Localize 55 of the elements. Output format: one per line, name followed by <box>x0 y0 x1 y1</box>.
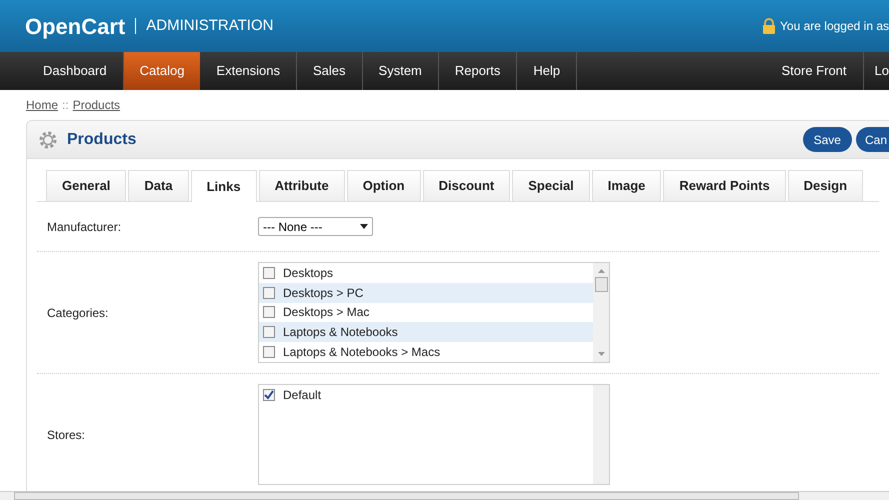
tab[interactable]: Design <box>788 170 864 201</box>
scrollbar[interactable] <box>593 263 609 362</box>
option-label: Desktops <box>283 264 334 282</box>
breadcrumb-link[interactable]: Products <box>72 96 120 114</box>
nav-item[interactable]: System <box>362 52 439 90</box>
tab[interactable]: Reward Points <box>663 170 786 201</box>
category-list[interactable]: Desktops Desktops > PC Desktops > Mac Laptops & Notebooks Laptops & Notebooks > Macs <box>258 262 610 363</box>
horizontal-scrollbar[interactable] <box>0 491 889 500</box>
tab[interactable]: Image <box>592 170 662 201</box>
checkbox[interactable] <box>263 306 275 318</box>
header-subtitle: ADMINISTRATION <box>146 16 274 36</box>
store-list[interactable]: Default <box>258 384 610 485</box>
scroll-down-arrow-icon[interactable] <box>598 352 604 356</box>
panel-button[interactable]: Can <box>856 127 889 152</box>
checkbox[interactable] <box>263 266 275 279</box>
panel-title: Products <box>67 130 136 150</box>
option-label: Laptops & Notebooks > Macs <box>283 344 440 362</box>
checkbox[interactable] <box>263 346 275 358</box>
nav-item[interactable]: Extensions <box>200 52 298 90</box>
option-label: Desktops > Mac <box>283 304 370 322</box>
padlock-icon <box>762 18 776 34</box>
nav-item[interactable]: Reports <box>438 52 518 90</box>
tab[interactable]: General <box>46 170 126 201</box>
tab[interactable]: Discount <box>422 170 510 201</box>
nav-item[interactable]: Lo <box>864 52 889 90</box>
scrollbar-thumb[interactable] <box>594 277 608 292</box>
field-label: Manufacturer: <box>46 218 122 236</box>
tab[interactable]: Links <box>190 170 257 202</box>
login-status: You are logged in as <box>780 18 889 35</box>
nav-item[interactable]: Sales <box>297 52 363 90</box>
scrollbar-thumb[interactable] <box>14 492 799 500</box>
field-label: Stores: <box>46 427 86 444</box>
caret-icon <box>360 224 368 229</box>
scrollbar[interactable] <box>593 385 609 484</box>
manufacturer-dropdown[interactable]: --- None --- <box>258 217 373 236</box>
tab[interactable]: Attribute <box>258 170 345 201</box>
panel-button[interactable]: Save <box>802 127 852 152</box>
checkbox[interactable] <box>263 286 275 299</box>
option-label: Desktops > PC <box>283 284 364 302</box>
breadcrumb-separator: :: <box>62 97 69 114</box>
checkbox[interactable] <box>263 388 275 401</box>
breadcrumb-link[interactable]: Home <box>26 96 58 114</box>
checkbox[interactable] <box>263 326 275 338</box>
scroll-up-arrow-icon[interactable] <box>598 269 604 273</box>
tab[interactable]: Data <box>128 170 189 201</box>
field-label: Categories: <box>46 304 110 322</box>
nav-item[interactable]: Catalog <box>124 52 200 90</box>
tab[interactable]: Option <box>346 170 421 201</box>
option-label: Laptops & Notebooks <box>283 324 398 342</box>
nav-item[interactable]: Help <box>517 52 578 90</box>
option-label: Default <box>283 386 322 404</box>
logo: OpenCart <box>25 12 126 41</box>
gear-icon <box>37 128 59 150</box>
nav-item[interactable]: Store Front <box>766 52 864 90</box>
tab[interactable]: Special <box>512 170 590 201</box>
